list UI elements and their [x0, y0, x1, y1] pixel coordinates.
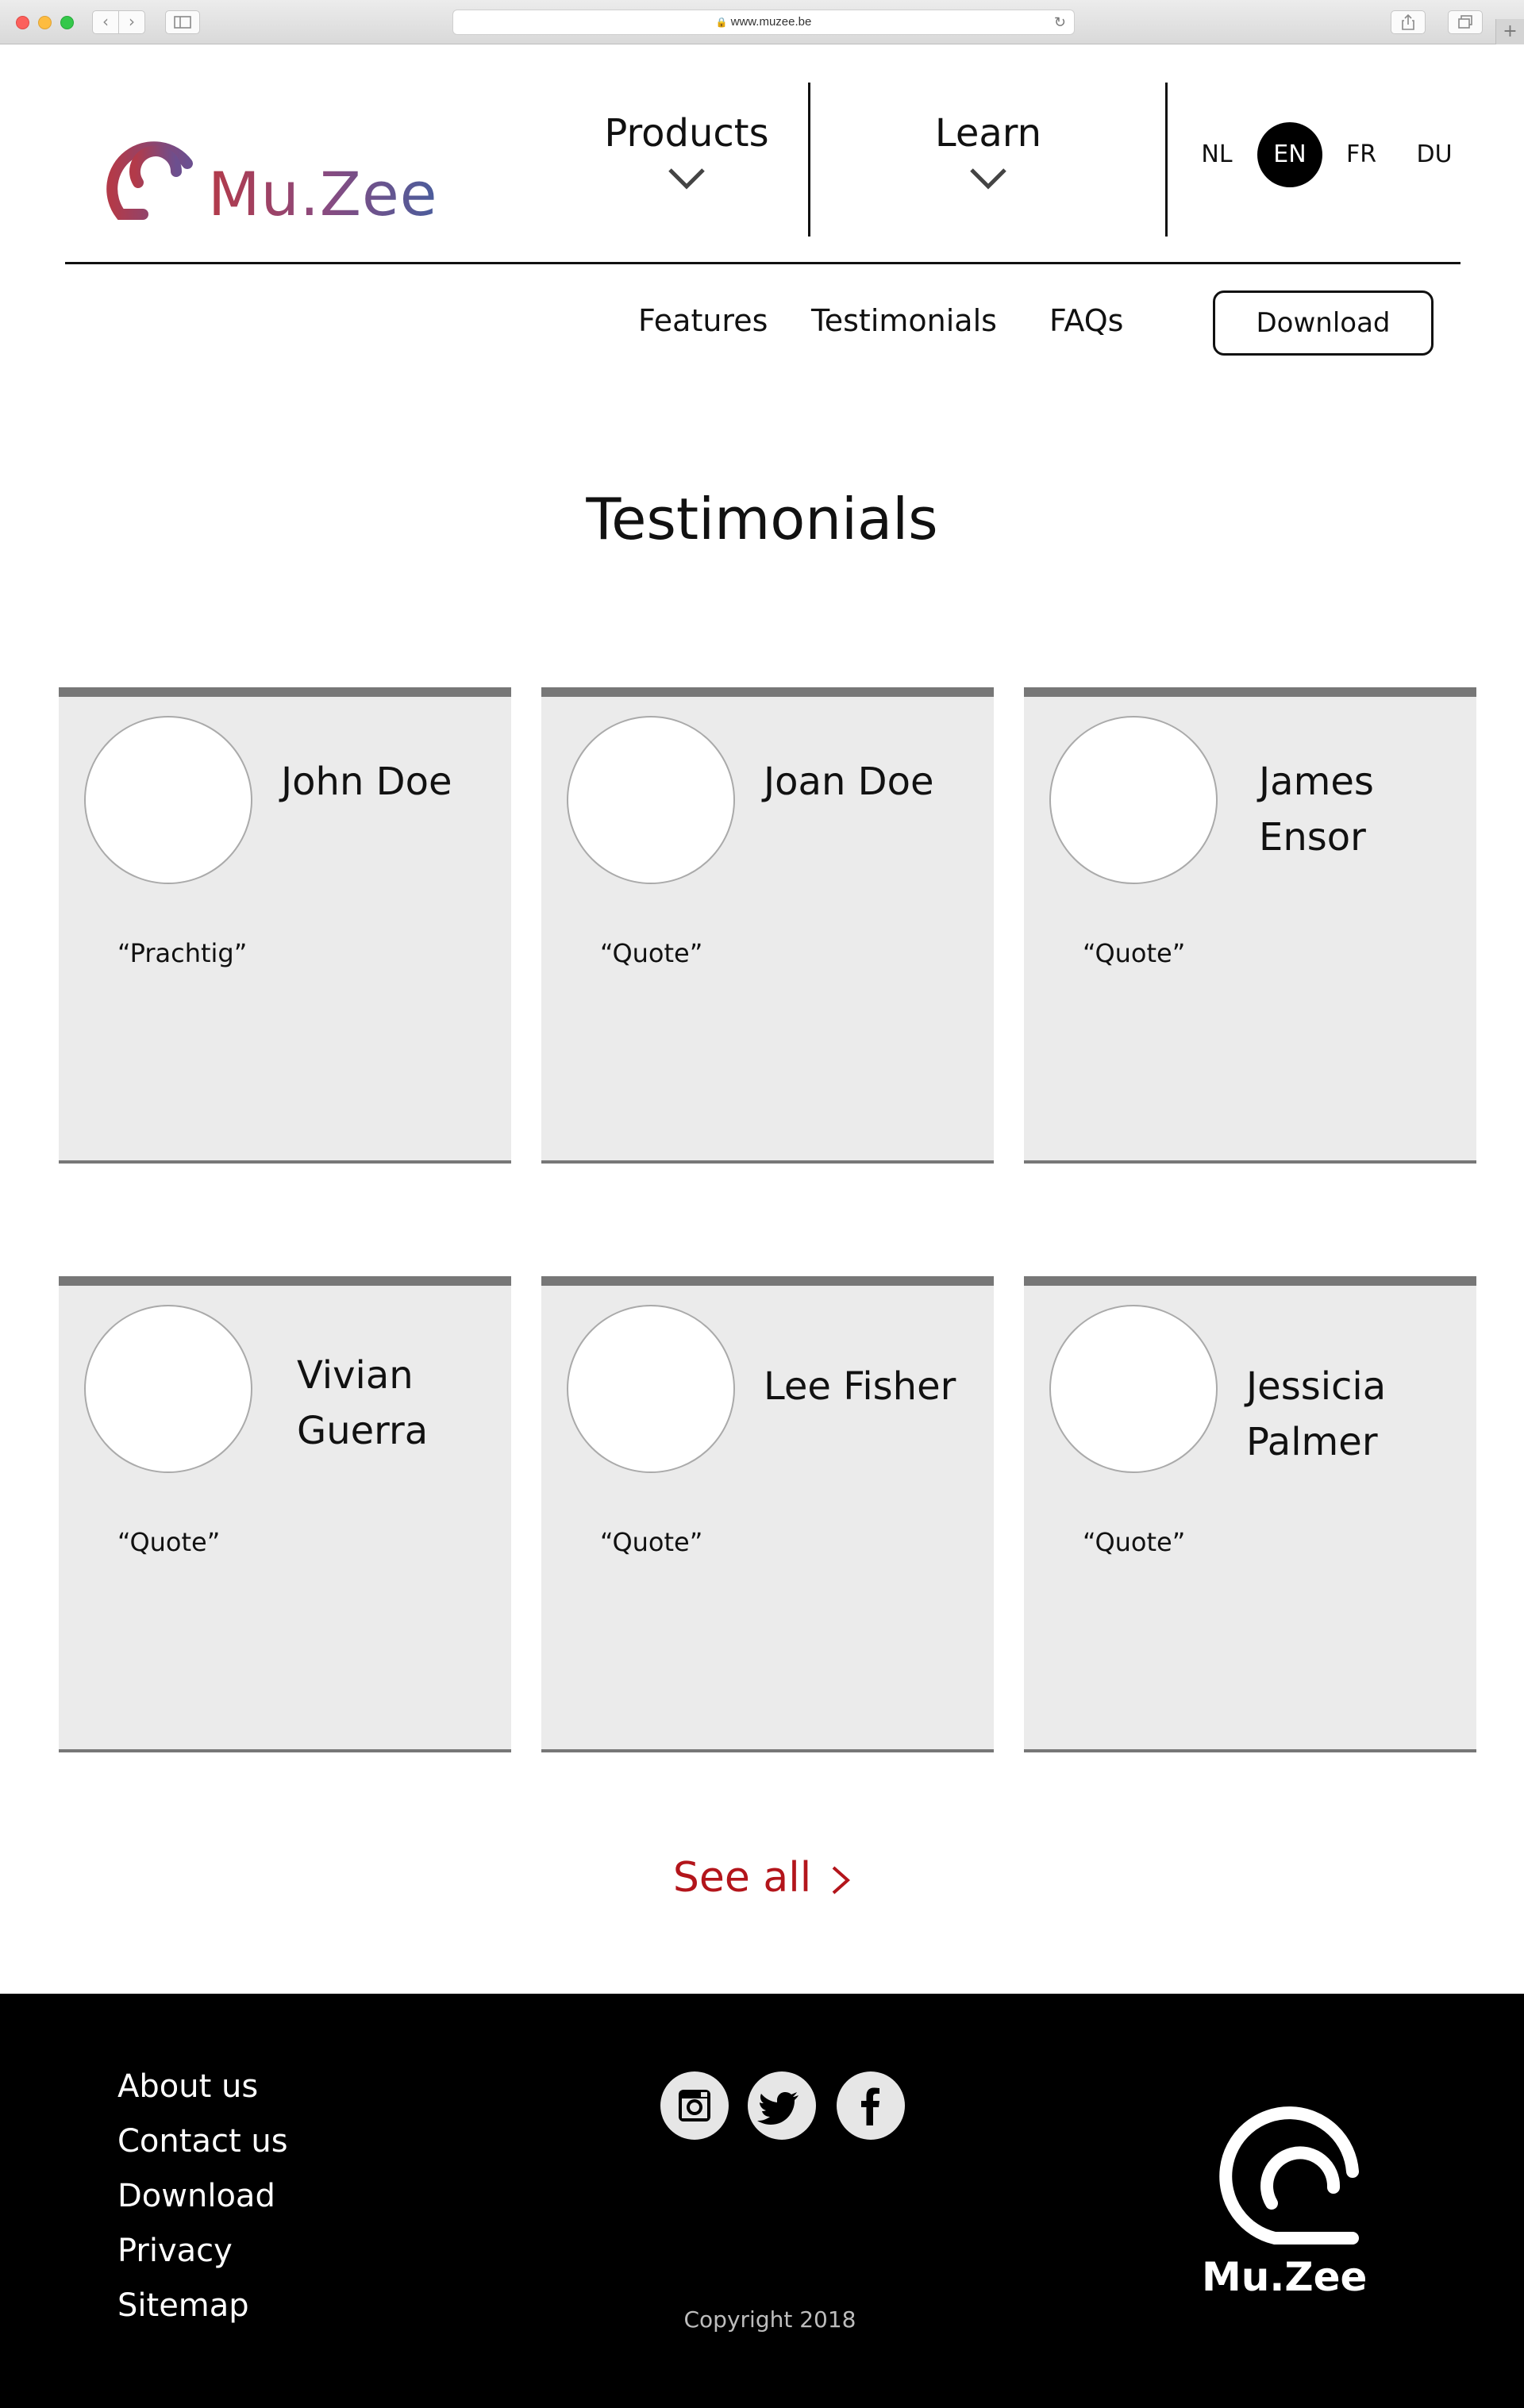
- close-window-button[interactable]: [16, 16, 29, 29]
- sidebar-toggle-button[interactable]: [165, 10, 200, 34]
- testimonial-card[interactable]: James Ensor “Quote”: [1024, 687, 1476, 1164]
- testimonial-quote: “Quote”: [117, 1527, 221, 1557]
- testimonial-card[interactable]: Jessicia Palmer “Quote”: [1024, 1276, 1476, 1752]
- testimonial-quote: “Quote”: [1083, 938, 1186, 968]
- menu-products-label: Products: [604, 111, 769, 156]
- reload-icon[interactable]: ↻: [1054, 10, 1066, 34]
- footer-logo[interactable]: Mu.Zee: [1202, 2098, 1368, 2305]
- new-tab-button[interactable]: +: [1495, 19, 1524, 44]
- share-button[interactable]: [1391, 10, 1426, 34]
- testimonial-card[interactable]: Vivian Guerra “Quote”: [59, 1276, 511, 1752]
- menu-learn-label: Learn: [934, 111, 1042, 156]
- footer-logo-wordmark: Mu.Zee: [1202, 2254, 1368, 2300]
- testimonial-quote: “Quote”: [1083, 1527, 1186, 1557]
- testimonial-name: Jessicia Palmer: [1246, 1364, 1387, 1464]
- testimonial-card[interactable]: Lee Fisher “Quote”: [541, 1276, 994, 1752]
- menu-divider: [1165, 83, 1168, 237]
- brand-logo[interactable]: Mu.Zee: [89, 116, 470, 229]
- language-en[interactable]: EN: [1257, 122, 1322, 187]
- subnav-features[interactable]: Features: [638, 303, 768, 338]
- avatar: [1049, 716, 1218, 884]
- wave-logo-icon: [1219, 2106, 1359, 2245]
- testimonial-card[interactable]: Joan Doe “Quote”: [541, 687, 994, 1164]
- footer-link-download[interactable]: Download: [117, 2178, 275, 2214]
- twitter-button[interactable]: [748, 2071, 816, 2140]
- copyright-text: Copyright 2018: [683, 2306, 856, 2333]
- footer-link-privacy[interactable]: Privacy: [117, 2233, 233, 2269]
- site-footer: About us Contact us Download Privacy Sit…: [0, 1994, 1524, 2408]
- page-title: Testimonials: [586, 486, 938, 552]
- chevron-right-icon: [832, 1866, 851, 1894]
- testimonial-name: John Doe: [281, 760, 452, 804]
- facebook-button[interactable]: [837, 2071, 905, 2140]
- address-url: www.muzee.be: [730, 15, 812, 29]
- testimonial-name: James Ensor: [1259, 760, 1374, 860]
- testimonial-name: Lee Fisher: [764, 1364, 956, 1409]
- language-nl[interactable]: NL: [1184, 122, 1249, 187]
- tabs-icon: [1458, 15, 1472, 29]
- sidebar-icon: [174, 16, 191, 29]
- minimize-window-button[interactable]: [38, 16, 52, 29]
- chevron-down-icon: [668, 168, 705, 190]
- testimonial-quote: “Prachtig”: [117, 938, 248, 968]
- testimonial-quote: “Quote”: [600, 938, 703, 968]
- lock-icon: 🔒: [715, 17, 728, 28]
- download-button[interactable]: Download: [1213, 290, 1434, 356]
- forward-button[interactable]: ›: [118, 10, 145, 34]
- chevron-down-icon: [970, 168, 1006, 190]
- testimonial-card[interactable]: John Doe “Prachtig”: [59, 687, 511, 1164]
- instagram-button[interactable]: [660, 2071, 729, 2140]
- testimonial-name: Joan Doe: [764, 760, 934, 804]
- footer-link-contact[interactable]: Contact us: [117, 2123, 288, 2160]
- tabs-overview-button[interactable]: [1448, 10, 1483, 34]
- testimonial-name: Vivian Guerra: [297, 1353, 429, 1453]
- zoom-window-button[interactable]: [60, 16, 74, 29]
- back-button[interactable]: ‹: [92, 10, 119, 34]
- language-fr[interactable]: FR: [1329, 122, 1394, 187]
- browser-toolbar: ‹ › 🔒 www.muzee.be ↻ +: [0, 0, 1524, 44]
- share-icon: [1402, 13, 1414, 30]
- header-divider: [65, 262, 1460, 264]
- menu-products[interactable]: Products: [587, 111, 786, 190]
- twitter-icon: [757, 2092, 799, 2125]
- menu-divider: [808, 83, 810, 237]
- avatar: [84, 1305, 252, 1473]
- subnav-faqs[interactable]: FAQs: [1049, 303, 1123, 338]
- avatar: [567, 716, 735, 884]
- menu-learn[interactable]: Learn: [889, 111, 1087, 190]
- footer-link-about[interactable]: About us: [117, 2068, 258, 2105]
- avatar: [567, 1305, 735, 1473]
- subnav-testimonials[interactable]: Testimonials: [811, 303, 997, 338]
- address-bar[interactable]: 🔒 www.muzee.be ↻: [452, 10, 1075, 35]
- avatar: [84, 716, 252, 884]
- language-du[interactable]: DU: [1402, 122, 1467, 187]
- facebook-icon: [861, 2087, 879, 2125]
- wave-logo-icon: [106, 141, 193, 220]
- see-all-link[interactable]: See all: [0, 1854, 1524, 1902]
- logo-wordmark: Mu.Zee: [208, 159, 438, 229]
- avatar: [1049, 1305, 1218, 1473]
- testimonial-quote: “Quote”: [600, 1527, 703, 1557]
- see-all-label: See all: [672, 1854, 812, 1902]
- instagram-icon: [679, 2090, 710, 2121]
